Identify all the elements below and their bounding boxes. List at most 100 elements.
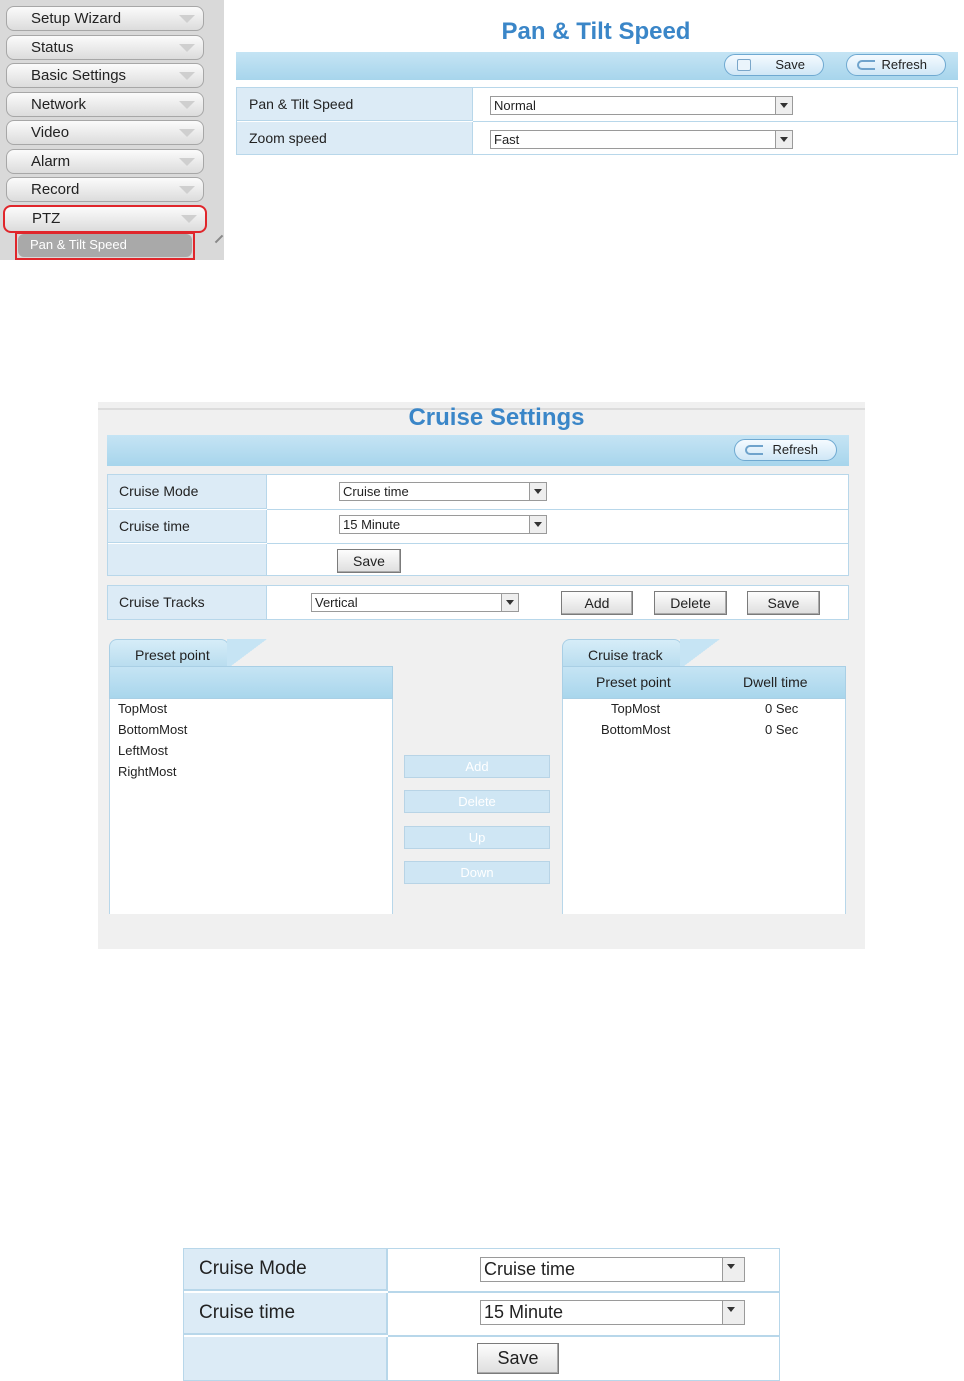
resize-handle-icon xyxy=(214,234,224,244)
preset-add-button[interactable]: Add xyxy=(404,755,550,778)
row-divider xyxy=(388,1335,780,1337)
cruise-time-value: 15 Minute xyxy=(343,517,401,532)
chevron-down-icon xyxy=(179,101,195,109)
preset-up-button[interactable]: Up xyxy=(404,826,550,849)
cruise-time-select[interactable]: 15 Minute xyxy=(480,1300,745,1325)
pan-tilt-speed-select[interactable]: Normal xyxy=(490,96,793,115)
track-point: BottomMost xyxy=(601,722,671,737)
preset-point-header xyxy=(109,666,393,699)
cruise-tracks-value: Vertical xyxy=(315,595,358,610)
pan-tilt-speed-panel: Setup Wizard Status Basic Settings Netwo… xyxy=(0,0,964,260)
sidebar-item-record[interactable]: Record xyxy=(6,177,204,202)
chevron-down-icon xyxy=(179,129,195,137)
floppy-disk-icon xyxy=(737,59,751,71)
cruise-mode-select[interactable]: Cruise time xyxy=(339,482,547,501)
cruise-mode-value: Cruise time xyxy=(343,484,409,499)
dropdown-arrow-icon xyxy=(775,131,792,148)
page-title: Pan & Tilt Speed xyxy=(501,18,691,45)
preset-delete-button[interactable]: Delete xyxy=(404,790,550,813)
sidebar-item-status[interactable]: Status xyxy=(6,35,204,60)
row-divider xyxy=(473,121,957,122)
dropdown-arrow-icon xyxy=(501,594,518,611)
preset-point-list: Preset point TopMost BottomMost LeftMost… xyxy=(109,639,393,914)
cruise-mode-table: Cruise Mode Cruise time Cruise time 15 M… xyxy=(107,474,849,576)
cruise-mode-value: Cruise time xyxy=(484,1259,576,1279)
refresh-arrow-icon xyxy=(745,445,763,455)
cruise-time-label: Cruise time xyxy=(108,510,267,543)
cruise-save-button[interactable]: Save xyxy=(337,549,401,573)
cruise-track-list: Cruise track Preset point Dwell time Top… xyxy=(562,639,846,914)
dropdown-arrow-icon xyxy=(529,483,546,500)
track-dwell: 0 Sec xyxy=(765,701,799,716)
list-item[interactable]: LeftMost xyxy=(118,743,168,758)
sidebar-item-label: Network xyxy=(31,96,87,113)
list-item[interactable]: RightMost xyxy=(118,764,177,779)
cruise-time-value: 15 Minute xyxy=(484,1302,564,1322)
tab-slope xyxy=(680,639,720,669)
pan-tilt-speed-value: Normal xyxy=(494,98,536,113)
refresh-button[interactable]: Refresh xyxy=(734,439,837,461)
preset-point-tab-label: Preset point xyxy=(135,647,210,663)
preset-down-button[interactable]: Down xyxy=(404,861,550,884)
zoom-speed-label: Zoom speed xyxy=(237,122,473,154)
sidebar-item-label: Video xyxy=(31,124,70,141)
row-divider xyxy=(267,543,849,544)
refresh-button[interactable]: Refresh xyxy=(846,54,946,76)
table-row[interactable]: TopMost 0 Sec xyxy=(563,701,847,721)
empty-label-cell xyxy=(184,1337,388,1380)
track-save-button[interactable]: Save xyxy=(747,591,820,615)
cruise-tracks-row: Cruise Tracks Vertical Add Delete Save xyxy=(107,585,849,620)
chevron-down-icon xyxy=(179,44,195,52)
sidebar-item-label: Alarm xyxy=(31,153,71,170)
cruise-mode-label: Cruise Mode xyxy=(184,1249,388,1291)
chevron-down-icon xyxy=(179,186,195,194)
dropdown-arrow-icon xyxy=(722,1301,744,1324)
dropdown-arrow-icon xyxy=(529,516,546,533)
column-header-dwell-time: Dwell time xyxy=(743,674,808,690)
dropdown-arrow-icon xyxy=(775,97,792,114)
sidebar-item-basic-settings[interactable]: Basic Settings xyxy=(6,63,204,88)
sidebar-item-setup-wizard[interactable]: Setup Wizard xyxy=(6,6,204,31)
row-divider xyxy=(267,509,849,510)
toolbar: Refresh xyxy=(107,435,849,466)
sidebar-item-label: Record xyxy=(31,181,80,198)
empty-label-cell xyxy=(108,544,267,575)
page-title: Cruise Settings xyxy=(408,404,585,431)
list-item[interactable]: BottomMost xyxy=(118,722,187,737)
cruise-tracks-select[interactable]: Vertical xyxy=(311,593,519,612)
sidebar-item-video[interactable]: Video xyxy=(6,120,204,145)
cruise-tracks-label: Cruise Tracks xyxy=(108,586,267,619)
sidebar-item-network[interactable]: Network xyxy=(6,92,204,117)
toolbar: Save Refresh xyxy=(236,52,958,80)
cruise-save-button[interactable]: Save xyxy=(477,1343,559,1374)
track-add-button[interactable]: Add xyxy=(561,591,633,615)
sidebar-item-label: Basic Settings xyxy=(31,67,127,84)
sidebar-subitem-pan-tilt-speed[interactable]: Pan & Tilt Speed xyxy=(18,234,192,257)
zoom-speed-select[interactable]: Fast xyxy=(490,130,793,149)
sidebar-item-alarm[interactable]: Alarm xyxy=(6,149,204,174)
cruise-mode-select[interactable]: Cruise time xyxy=(480,1257,745,1282)
sidebar-subitem-label: Pan & Tilt Speed xyxy=(30,237,127,252)
save-button-label: Save xyxy=(775,57,805,72)
zoom-speed-value: Fast xyxy=(494,132,520,147)
cruise-track-body: TopMost 0 Sec BottomMost 0 Sec xyxy=(562,699,846,914)
preset-list-body: TopMost BottomMost LeftMost RightMost xyxy=(109,699,393,914)
chevron-down-icon xyxy=(179,72,195,80)
cruise-mode-zoomed-panel: Cruise Mode Cruise time Cruise time 15 M… xyxy=(183,1248,780,1381)
dropdown-arrow-icon xyxy=(722,1258,744,1281)
save-button[interactable]: Save xyxy=(724,54,824,76)
sidebar-item-label: Status xyxy=(31,39,74,56)
pan-tilt-speed-label: Pan & Tilt Speed xyxy=(237,88,473,121)
list-item[interactable]: TopMost xyxy=(118,701,167,716)
main-content: Pan & Tilt Speed Save Refresh Pan & Tilt… xyxy=(226,0,964,260)
sidebar-item-label: PTZ xyxy=(32,210,61,227)
sidebar-item-label: Setup Wizard xyxy=(31,10,122,27)
settings-table: Pan & Tilt Speed Normal Zoom speed Fast xyxy=(236,87,958,155)
sidebar-item-ptz[interactable]: PTZ xyxy=(3,205,207,233)
cruise-time-select[interactable]: 15 Minute xyxy=(339,515,547,534)
cruise-time-label: Cruise time xyxy=(184,1293,388,1335)
column-header-preset-point: Preset point xyxy=(596,674,671,690)
table-row[interactable]: BottomMost 0 Sec xyxy=(563,722,847,742)
track-delete-button[interactable]: Delete xyxy=(654,591,727,615)
chevron-down-icon xyxy=(179,158,195,166)
